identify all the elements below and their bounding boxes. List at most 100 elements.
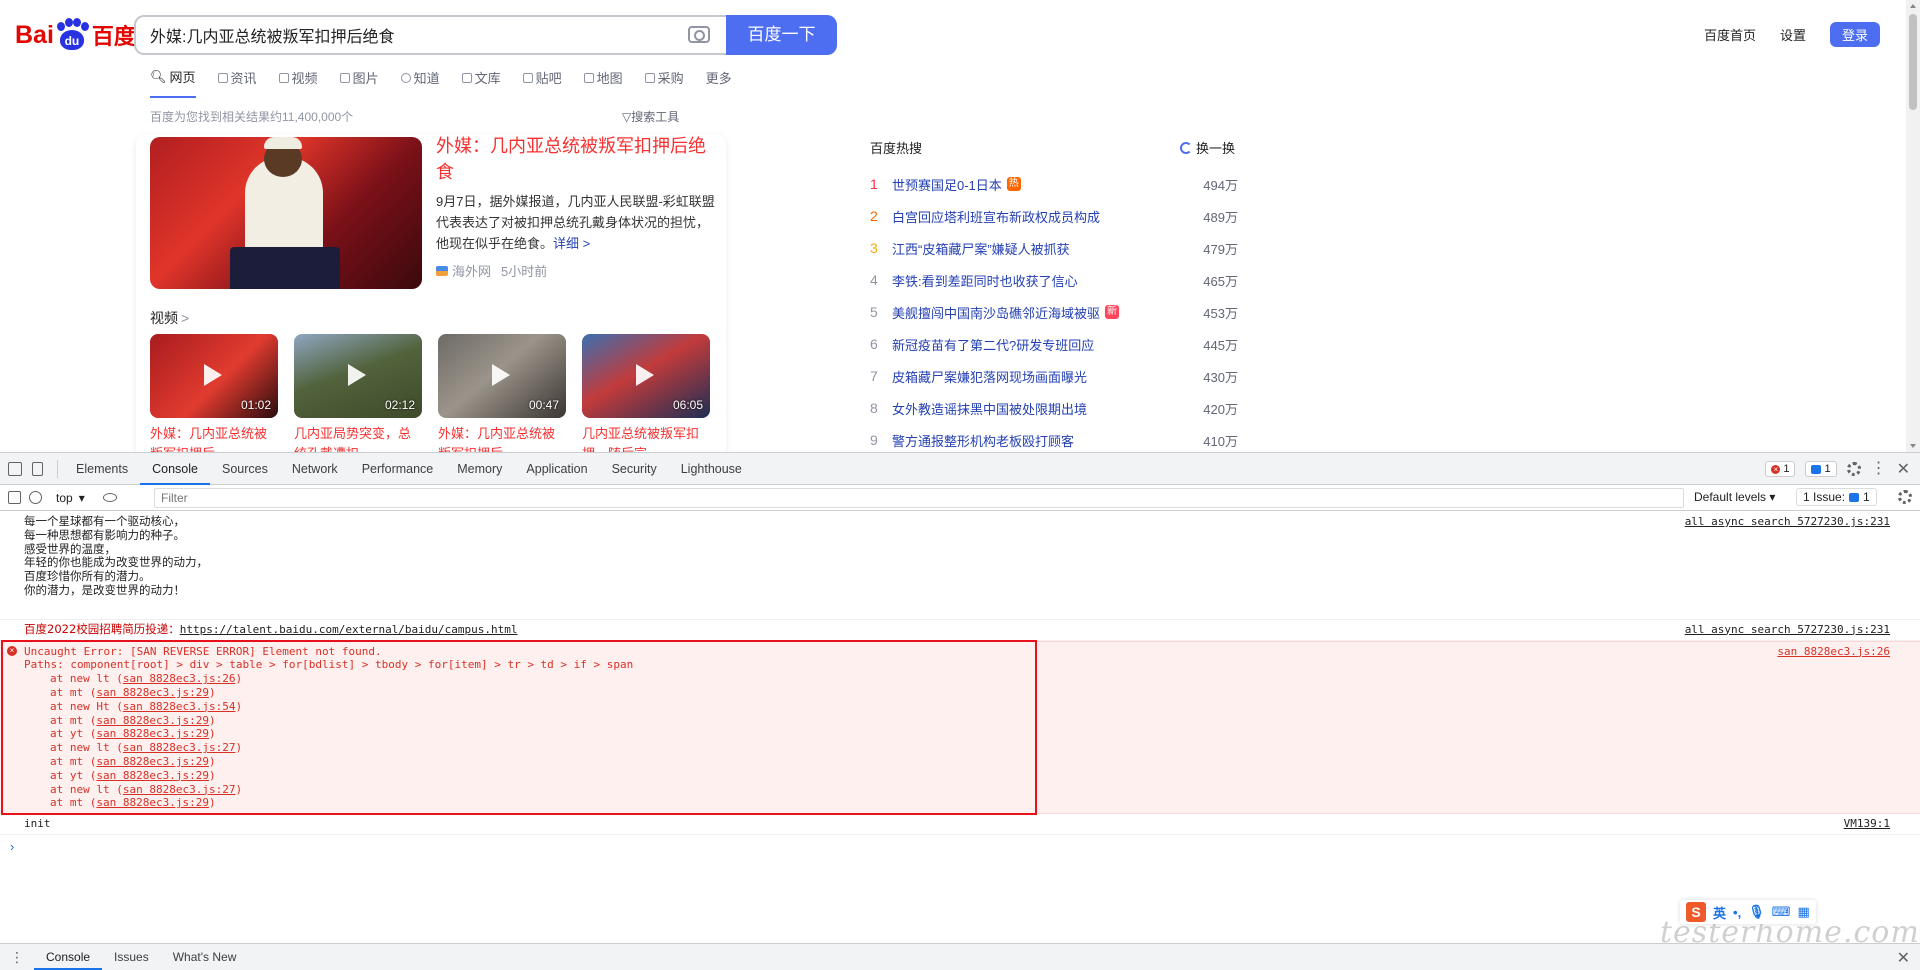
drawer-menu-icon[interactable]: ⋮	[0, 949, 34, 966]
settings-link[interactable]: 设置	[1780, 25, 1806, 44]
video-title[interactable]: 外媒：几内亚总统被叛军扣押后...	[150, 424, 278, 452]
hot-search-item[interactable]: 9 警方通报整形机构老板殴打顾客 410万	[870, 424, 1238, 452]
tab-web[interactable]: 🔍︎ 网页	[150, 67, 196, 98]
hot-text[interactable]: 新冠疫苗有了第二代?研发专班回应	[892, 335, 1178, 354]
video-section-title[interactable]: 视频 >	[150, 308, 189, 328]
live-expression-eye-icon[interactable]	[102, 493, 117, 502]
video-thumbnail[interactable]: 01:02	[150, 334, 278, 418]
stack-location-link[interactable]: san 8828ec3.js:54	[123, 700, 236, 713]
video-title[interactable]: 几内亚总统被叛军扣押，随后宣...	[582, 424, 710, 452]
tab-map[interactable]: 地图	[583, 67, 623, 98]
hot-text[interactable]: 皮箱藏尸案嫌犯落网现场画面曝光	[892, 367, 1178, 386]
console-settings-icon[interactable]	[1898, 490, 1912, 504]
stack-location-link[interactable]: san 8828ec3.js:27	[123, 741, 236, 754]
tab-zhidao[interactable]: 知道	[400, 67, 440, 98]
ime-language[interactable]: 英	[1713, 903, 1726, 922]
hot-text[interactable]: 警方通报整形机构老板殴打顾客	[892, 431, 1178, 450]
tab-wenku[interactable]: 文库	[461, 67, 501, 98]
grid-menu-icon[interactable]: ▦	[1797, 904, 1809, 920]
video-thumbnail[interactable]: 00:47	[438, 334, 566, 418]
message-count-badge[interactable]: 1	[1805, 461, 1837, 477]
login-button[interactable]: 登录	[1829, 22, 1880, 47]
drawer-tab-issues[interactable]: Issues	[102, 944, 161, 970]
device-toolbar-icon[interactable]	[32, 461, 43, 476]
keyboard-icon[interactable]: ⌨︎	[1772, 904, 1791, 920]
scrollbar-thumb[interactable]	[1909, 14, 1917, 110]
search-tools-button[interactable]: ▽搜索工具	[622, 108, 679, 125]
console-prompt[interactable]: ›	[0, 835, 1920, 858]
context-select[interactable]: top ▾	[56, 491, 85, 505]
hot-search-item[interactable]: 6 新冠疫苗有了第二代?研发专班回应 445万	[870, 328, 1238, 360]
hot-search-item[interactable]: 1 世预赛国足0-1日本热 494万	[870, 168, 1238, 200]
drawer-tab-console[interactable]: Console	[34, 944, 103, 970]
drawer-tab-whats-new[interactable]: What's New	[161, 944, 249, 970]
hot-text[interactable]: 江西“皮箱藏尸案”嫌疑人被抓获	[892, 239, 1178, 258]
error-count-badge[interactable]: × 1	[1765, 461, 1796, 477]
log-source-link[interactable]: all async search 5727230.js:231	[1685, 515, 1890, 529]
tab-lighthouse[interactable]: Lighthouse	[669, 453, 754, 485]
hot-text[interactable]: 女外教造谣抹黑中国被处限期出境	[892, 399, 1178, 418]
page-scrollbar[interactable]	[1906, 0, 1920, 452]
more-options-icon[interactable]: ⋮	[1871, 461, 1887, 477]
tab-tieba[interactable]: 贴吧	[522, 67, 562, 98]
news-more-link[interactable]: 详细 >	[553, 236, 590, 251]
log-source-link[interactable]: san 8828ec3.js:26	[1777, 645, 1890, 659]
video-item[interactable]: 00:47 外媒：几内亚总统被叛军扣押后...	[438, 334, 566, 452]
tab-elements[interactable]: Elements	[64, 453, 140, 485]
log-source-link[interactable]: VM139:1	[1844, 817, 1890, 831]
tab-sources[interactable]: Sources	[210, 453, 280, 485]
hot-text[interactable]: 世预赛国足0-1日本热	[892, 175, 1178, 194]
tab-network[interactable]: Network	[280, 453, 350, 485]
stack-location-link[interactable]: san 8828ec3.js:29	[96, 796, 209, 809]
tab-application[interactable]: Application	[514, 453, 599, 485]
ime-toolbar[interactable]: S 英 •, 🎙︎ ⌨︎ ▦	[1680, 900, 1816, 924]
hot-search-item[interactable]: 2 白宫回应塔利班宣布新政权成员构成 489万	[870, 200, 1238, 232]
search-button[interactable]: 百度一下	[726, 15, 837, 55]
stack-location-link[interactable]: san 8828ec3.js:29	[96, 769, 209, 782]
recruit-url-link[interactable]: https://talent.baidu.com/external/baidu/…	[180, 623, 518, 636]
tab-video[interactable]: 视频	[278, 67, 318, 98]
issues-button[interactable]: 1 Issue: 1	[1796, 488, 1877, 506]
close-devtools-icon[interactable]: ✕	[1897, 459, 1910, 479]
video-thumbnail[interactable]: 06:05	[582, 334, 710, 418]
search-input[interactable]	[136, 17, 656, 53]
video-item[interactable]: 06:05 几内亚总统被叛军扣押，随后宣...	[582, 334, 710, 452]
log-source-link[interactable]: all async search 5727230.js:231	[1685, 623, 1890, 637]
stack-location-link[interactable]: san 8828ec3.js:27	[123, 783, 236, 796]
tab-more[interactable]: 更多	[706, 67, 732, 98]
tab-image[interactable]: 图片	[339, 67, 379, 98]
stack-location-link[interactable]: san 8828ec3.js:26	[123, 672, 236, 685]
stack-location-link[interactable]: san 8828ec3.js:29	[96, 714, 209, 727]
scroll-up-icon[interactable]	[1910, 4, 1916, 8]
console-filter-input[interactable]	[154, 488, 1684, 508]
hot-refresh-button[interactable]: 换一换	[1180, 138, 1235, 157]
baidu-logo[interactable]: Bai du 百度	[15, 18, 136, 52]
microphone-icon[interactable]: 🎙︎	[1748, 904, 1765, 920]
stack-location-link[interactable]: san 8828ec3.js:29	[96, 727, 209, 740]
tab-console[interactable]: Console	[140, 453, 210, 485]
video-item[interactable]: 02:12 几内亚局势突变，总统孔戴遭扣...	[294, 334, 422, 452]
stack-location-link[interactable]: san 8828ec3.js:29	[96, 755, 209, 768]
news-image[interactable]	[150, 137, 422, 289]
punctuation-icon[interactable]: •,	[1733, 905, 1741, 920]
video-thumbnail[interactable]: 02:12	[294, 334, 422, 418]
clear-console-icon[interactable]	[29, 491, 42, 504]
video-title[interactable]: 外媒：几内亚总统被叛军扣押后...	[438, 424, 566, 452]
video-title[interactable]: 几内亚局势突变，总统孔戴遭扣...	[294, 424, 422, 452]
news-title-link[interactable]: 外媒：几内亚总统被叛军扣押后绝食	[436, 133, 716, 185]
tab-performance[interactable]: Performance	[350, 453, 446, 485]
tab-caigou[interactable]: 采购	[644, 67, 684, 98]
camera-icon[interactable]	[688, 26, 710, 43]
tab-memory[interactable]: Memory	[445, 453, 514, 485]
home-link[interactable]: 百度首页	[1704, 25, 1756, 44]
tab-security[interactable]: Security	[600, 453, 669, 485]
hot-text[interactable]: 美舰擅闯中国南沙岛礁邻近海域被驱新	[892, 303, 1178, 322]
hot-search-item[interactable]: 4 李铁:看到差距同时也收获了信心 465万	[870, 264, 1238, 296]
hot-text[interactable]: 白宫回应塔利班宣布新政权成员构成	[892, 207, 1178, 226]
settings-gear-icon[interactable]	[1846, 462, 1861, 476]
scroll-down-icon[interactable]	[1910, 444, 1916, 448]
video-item[interactable]: 01:02 外媒：几内亚总统被叛军扣押后...	[150, 334, 278, 452]
hot-search-item[interactable]: 5 美舰擅闯中国南沙岛礁邻近海域被驱新 453万	[870, 296, 1238, 328]
hot-text[interactable]: 李铁:看到差距同时也收获了信心	[892, 271, 1178, 290]
tab-news[interactable]: 资讯	[217, 67, 257, 98]
